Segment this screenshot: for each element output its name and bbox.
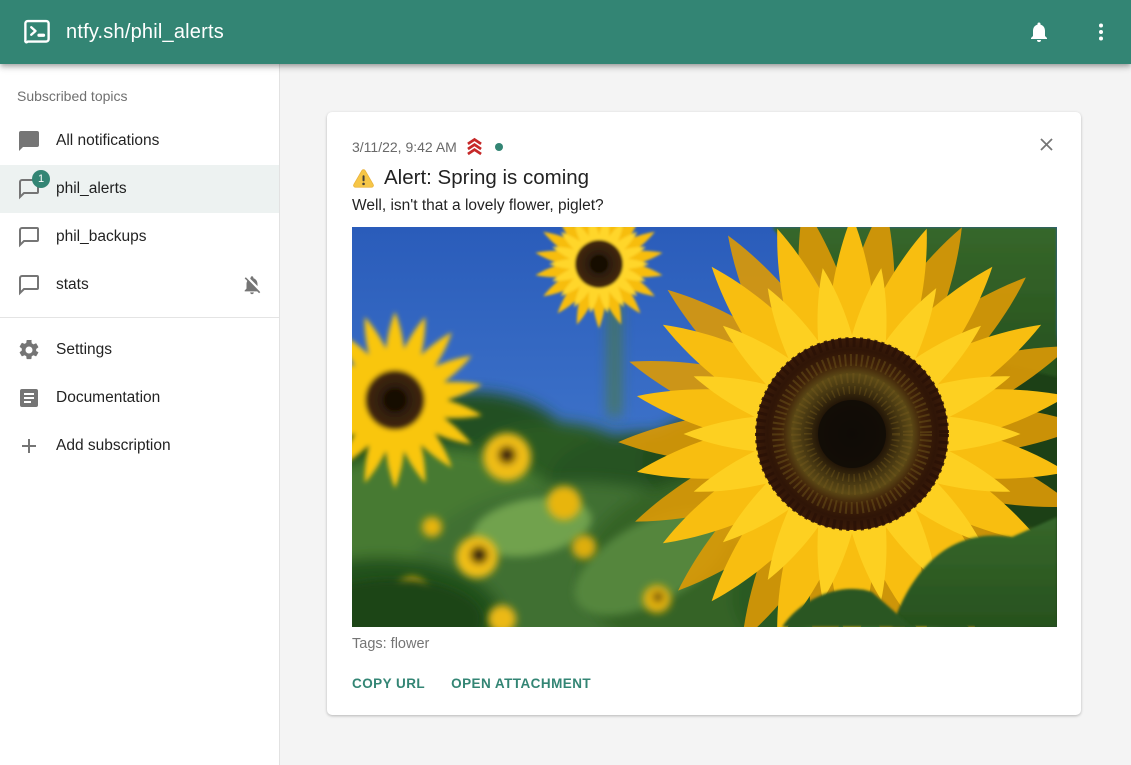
sidebar-item-label: Settings	[56, 341, 112, 359]
unread-count-badge: 1	[32, 170, 50, 188]
notification-tags: Tags: flower	[352, 636, 1057, 652]
sidebar-item-documentation[interactable]: Documentation	[0, 374, 279, 422]
notification-actions: COPY URL OPEN ATTACHMENT	[352, 674, 1057, 693]
attachment-image[interactable]	[352, 227, 1057, 627]
sidebar-item-label: Add subscription	[56, 437, 171, 455]
subscribed-topics-subheader: Subscribed topics	[0, 66, 279, 117]
unread-indicator-dot	[495, 143, 503, 151]
sidebar-item-add-subscription[interactable]: Add subscription	[0, 422, 279, 470]
notification-title-row: Alert: Spring is coming	[352, 166, 1057, 190]
sidebar-item-label: phil_alerts	[56, 180, 127, 198]
sidebar-item-label: All notifications	[56, 132, 159, 150]
timestamp: 3/11/22, 9:42 AM	[352, 139, 457, 155]
sidebar: Subscribed topics All notifications 1 ph…	[0, 64, 280, 765]
notification-card: 3/11/22, 9:42 AM	[327, 112, 1081, 715]
chat-bubble-outline-icon	[17, 225, 41, 249]
sidebar-item-label: Documentation	[56, 389, 160, 407]
main-content: 3/11/22, 9:42 AM	[280, 64, 1131, 765]
gear-icon	[17, 338, 41, 362]
chat-bubble-filled-icon	[17, 129, 41, 153]
page-title: ntfy.sh/phil_alerts	[66, 21, 224, 44]
copy-url-button[interactable]: COPY URL	[352, 674, 425, 693]
sidebar-item-label: stats	[56, 276, 89, 294]
notification-meta: 3/11/22, 9:42 AM	[352, 136, 503, 157]
app-bar: ntfy.sh/phil_alerts	[0, 0, 1131, 64]
ntfy-app: ntfy.sh/phil_alerts Subscribed topics	[0, 0, 1131, 765]
sidebar-item-all-notifications[interactable]: All notifications	[0, 117, 279, 165]
bell-icon	[1027, 20, 1051, 44]
bell-off-icon	[241, 274, 263, 296]
ntfy-logo-icon	[22, 17, 52, 47]
sidebar-item-label: phil_backups	[56, 228, 146, 246]
chat-bubble-outline-icon	[17, 273, 41, 297]
sidebar-item-stats[interactable]: stats	[0, 261, 279, 309]
plus-icon	[17, 434, 41, 458]
notification-body: Well, isn't that a lovely flower, piglet…	[352, 197, 1057, 215]
kebab-menu-icon	[1089, 20, 1113, 44]
close-icon	[1036, 143, 1057, 158]
delete-notification-button[interactable]	[1036, 134, 1057, 158]
sidebar-divider	[0, 317, 279, 318]
open-attachment-button[interactable]: OPEN ATTACHMENT	[451, 674, 591, 693]
sidebar-item-phil-alerts[interactable]: 1 phil_alerts	[0, 165, 279, 213]
article-icon	[17, 386, 41, 410]
notification-title: Alert: Spring is coming	[384, 166, 589, 190]
chat-bubble-outline-icon: 1	[17, 177, 41, 201]
overflow-menu-button[interactable]	[1077, 8, 1125, 56]
sidebar-item-settings[interactable]: Settings	[0, 326, 279, 374]
sidebar-item-phil-backups[interactable]: phil_backups	[0, 213, 279, 261]
priority-max-chevrons-icon	[462, 136, 487, 157]
warning-triangle-icon	[352, 167, 375, 190]
notifications-button[interactable]	[1015, 8, 1063, 56]
